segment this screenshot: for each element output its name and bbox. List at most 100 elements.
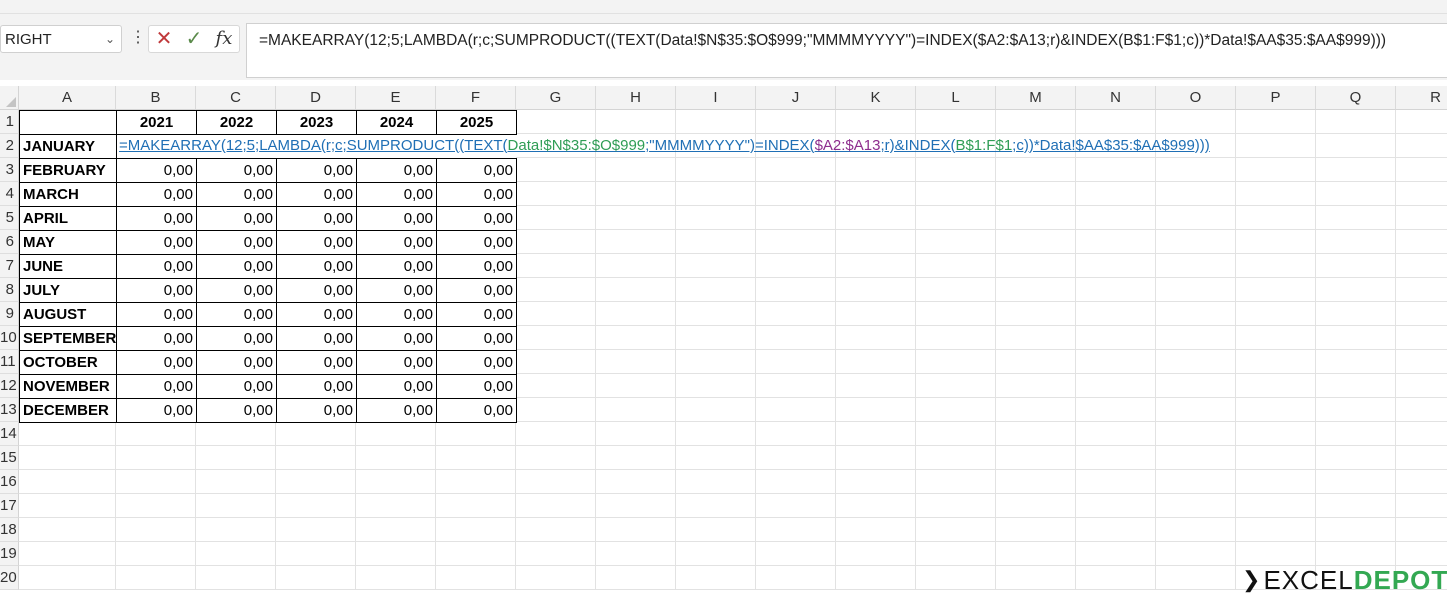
row-header-16[interactable]: 16 — [0, 470, 19, 494]
cell-r2[interactable] — [1396, 134, 1447, 158]
cell-a14[interactable] — [19, 422, 116, 446]
cell-h16[interactable] — [596, 470, 676, 494]
cell-a18[interactable] — [19, 518, 116, 542]
cell-i17[interactable] — [676, 494, 756, 518]
cell-o17[interactable] — [1156, 494, 1236, 518]
cell-r8[interactable] — [1396, 278, 1447, 302]
cell-l18[interactable] — [916, 518, 996, 542]
cell-o8[interactable] — [1156, 278, 1236, 302]
cell-j15[interactable] — [756, 446, 836, 470]
column-header-j[interactable]: J — [756, 86, 836, 110]
cell-p14[interactable] — [1236, 422, 1316, 446]
cell-c6[interactable]: 0,00 — [196, 230, 277, 255]
cell-h10[interactable] — [596, 326, 676, 350]
cell-p4[interactable] — [1236, 182, 1316, 206]
cell-j8[interactable] — [756, 278, 836, 302]
cell-n15[interactable] — [1076, 446, 1156, 470]
cell-b1[interactable]: 2021 — [116, 110, 197, 135]
cell-q3[interactable] — [1316, 158, 1396, 182]
cell-r10[interactable] — [1396, 326, 1447, 350]
cell-k11[interactable] — [836, 350, 916, 374]
cell-i7[interactable] — [676, 254, 756, 278]
cell-j5[interactable] — [756, 206, 836, 230]
name-box[interactable]: RIGHT ⌄ — [0, 25, 122, 53]
cell-i20[interactable] — [676, 566, 756, 590]
cell-p2[interactable] — [1236, 134, 1316, 158]
cell-p10[interactable] — [1236, 326, 1316, 350]
cell-a15[interactable] — [19, 446, 116, 470]
cell-q5[interactable] — [1316, 206, 1396, 230]
cell-h13[interactable] — [596, 398, 676, 422]
row-header-12[interactable]: 12 — [0, 374, 19, 398]
cell-k8[interactable] — [836, 278, 916, 302]
cell-a6[interactable]: MAY — [19, 230, 117, 255]
cell-e15[interactable] — [356, 446, 436, 470]
cell-a10[interactable]: SEPTEMBER — [19, 326, 117, 351]
cell-n11[interactable] — [1076, 350, 1156, 374]
cell-e4[interactable]: 0,00 — [356, 182, 437, 207]
cell-o5[interactable] — [1156, 206, 1236, 230]
row-header-9[interactable]: 9 — [0, 302, 19, 326]
cell-d15[interactable] — [276, 446, 356, 470]
cell-i10[interactable] — [676, 326, 756, 350]
cell-d13[interactable]: 0,00 — [276, 398, 357, 423]
cell-b5[interactable]: 0,00 — [116, 206, 197, 231]
cell-k13[interactable] — [836, 398, 916, 422]
cell-m17[interactable] — [996, 494, 1076, 518]
cell-b6[interactable]: 0,00 — [116, 230, 197, 255]
cell-m19[interactable] — [996, 542, 1076, 566]
cell-c7[interactable]: 0,00 — [196, 254, 277, 279]
cell-b7[interactable]: 0,00 — [116, 254, 197, 279]
cell-f19[interactable] — [436, 542, 516, 566]
row-header-13[interactable]: 13 — [0, 398, 19, 422]
cell-r1[interactable] — [1396, 110, 1447, 134]
cell-k1[interactable] — [836, 110, 916, 134]
cell-g1[interactable] — [516, 110, 596, 134]
column-header-i[interactable]: I — [676, 86, 756, 110]
cell-o7[interactable] — [1156, 254, 1236, 278]
cell-m6[interactable] — [996, 230, 1076, 254]
cell-p11[interactable] — [1236, 350, 1316, 374]
cell-c13[interactable]: 0,00 — [196, 398, 277, 423]
cell-l11[interactable] — [916, 350, 996, 374]
cell-j20[interactable] — [756, 566, 836, 590]
cell-d14[interactable] — [276, 422, 356, 446]
cell-g17[interactable] — [516, 494, 596, 518]
row-header-2[interactable]: 2 — [0, 134, 19, 158]
cell-b19[interactable] — [116, 542, 196, 566]
cell-g14[interactable] — [516, 422, 596, 446]
cell-c10[interactable]: 0,00 — [196, 326, 277, 351]
cell-i1[interactable] — [676, 110, 756, 134]
cell-d12[interactable]: 0,00 — [276, 374, 357, 399]
cell-j9[interactable] — [756, 302, 836, 326]
cell-m9[interactable] — [996, 302, 1076, 326]
cell-b13[interactable]: 0,00 — [116, 398, 197, 423]
cell-r7[interactable] — [1396, 254, 1447, 278]
cell-r14[interactable] — [1396, 422, 1447, 446]
cell-edit-formula[interactable]: =MAKEARRAY(12;5;LAMBDA(r;c;SUMPRODUCT((T… — [119, 134, 1210, 158]
cell-o1[interactable] — [1156, 110, 1236, 134]
cell-l20[interactable] — [916, 566, 996, 590]
cell-d18[interactable] — [276, 518, 356, 542]
cell-l13[interactable] — [916, 398, 996, 422]
cell-r3[interactable] — [1396, 158, 1447, 182]
cell-k6[interactable] — [836, 230, 916, 254]
cell-f11[interactable]: 0,00 — [436, 350, 517, 375]
row-header-1[interactable]: 1 — [0, 110, 19, 134]
cell-p18[interactable] — [1236, 518, 1316, 542]
cell-e14[interactable] — [356, 422, 436, 446]
chevron-down-icon[interactable]: ⌄ — [105, 32, 115, 46]
row-header-5[interactable]: 5 — [0, 206, 19, 230]
cell-q18[interactable] — [1316, 518, 1396, 542]
cell-j16[interactable] — [756, 470, 836, 494]
column-header-b[interactable]: B — [116, 86, 196, 110]
cell-q4[interactable] — [1316, 182, 1396, 206]
cell-b3[interactable]: 0,00 — [116, 158, 197, 183]
cell-a20[interactable] — [19, 566, 116, 590]
cell-c9[interactable]: 0,00 — [196, 302, 277, 327]
cell-g18[interactable] — [516, 518, 596, 542]
cell-a1[interactable] — [19, 110, 117, 135]
cell-f3[interactable]: 0,00 — [436, 158, 517, 183]
cell-i6[interactable] — [676, 230, 756, 254]
cell-o16[interactable] — [1156, 470, 1236, 494]
